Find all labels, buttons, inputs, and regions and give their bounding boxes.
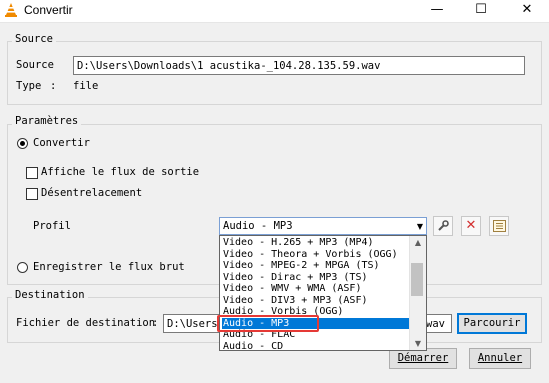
chevron-down-icon: ▼	[416, 222, 423, 231]
type-label: Type	[16, 80, 42, 92]
raw-dump-radio[interactable]	[17, 262, 28, 273]
profile-dropdown-list: Video - H.265 + MP3 (MP4) Video - Theora…	[219, 235, 427, 351]
wrench-icon[interactable]	[433, 216, 453, 236]
source-label: Source	[16, 59, 54, 71]
settings-legend: Paramètres	[12, 115, 82, 127]
dropdown-item[interactable]: Video - DIV3 + MP3 (ASF)	[222, 295, 411, 307]
profile-select[interactable]: Audio - MP3 ▼	[219, 217, 427, 235]
dropdown-item[interactable]: Video - H.265 + MP3 (MP4)	[222, 237, 411, 249]
maximize-button[interactable]: ☐	[464, 0, 498, 22]
deinterlace-checkbox[interactable]	[26, 188, 38, 200]
type-separator: :	[50, 80, 57, 92]
dropdown-item[interactable]: Video - Dirac + MP3 (TS)	[222, 272, 411, 284]
new-profile-icon[interactable]	[489, 216, 509, 236]
destination-legend: Destination	[12, 289, 88, 301]
delete-icon[interactable]: ✕	[461, 216, 481, 236]
destination-file-ext: wav	[426, 318, 445, 330]
minimize-button[interactable]: —	[420, 0, 454, 22]
browse-button[interactable]: Parcourir	[457, 313, 527, 334]
highlight-box	[217, 315, 319, 332]
dropdown-item[interactable]: Video - Theora + Vorbis (OGG)	[222, 249, 411, 261]
scrollbar-thumb[interactable]	[411, 263, 423, 296]
start-button-label: Démarrer	[397, 352, 449, 364]
source-legend: Source	[12, 33, 56, 45]
convert-label[interactable]: Convertir	[33, 137, 90, 149]
scroll-up-icon[interactable]: ▲	[410, 238, 426, 247]
type-value: file	[73, 80, 99, 92]
show-output-checkbox[interactable]	[26, 167, 38, 179]
title-bar: Convertir — ☐ ✕	[0, 0, 549, 22]
profile-label: Profil	[33, 220, 71, 232]
start-button[interactable]: Démarrer	[389, 348, 457, 369]
scroll-down-icon[interactable]: ▼	[410, 339, 426, 348]
dropdown-item[interactable]: Video - WMV + WMA (ASF)	[222, 283, 411, 295]
destination-separator: :	[152, 317, 159, 329]
dropdown-item[interactable]: Audio - CD	[222, 341, 411, 351]
destination-label: Fichier de destination	[16, 317, 156, 329]
cancel-button-label: Annuler	[477, 352, 523, 364]
source-path-field[interactable]: D:\Users\Downloads\1 acustika-_104.28.13…	[73, 56, 525, 75]
profile-select-value: Audio - MP3	[223, 220, 293, 232]
window-title: Convertir	[24, 3, 73, 17]
show-output-label[interactable]: Affiche le flux de sortie	[41, 166, 199, 178]
raw-dump-label[interactable]: Enregistrer le flux brut	[33, 261, 185, 273]
dropdown-item[interactable]: Video - MPEG-2 + MPGA (TS)	[222, 260, 411, 272]
vlc-cone-icon	[5, 3, 17, 17]
destination-file-value: D:\Users	[167, 318, 218, 330]
cancel-button[interactable]: Annuler	[469, 348, 531, 369]
close-button[interactable]: ✕	[510, 0, 544, 22]
convert-radio[interactable]	[17, 138, 28, 149]
deinterlace-label[interactable]: Désentrelacement	[41, 187, 142, 199]
